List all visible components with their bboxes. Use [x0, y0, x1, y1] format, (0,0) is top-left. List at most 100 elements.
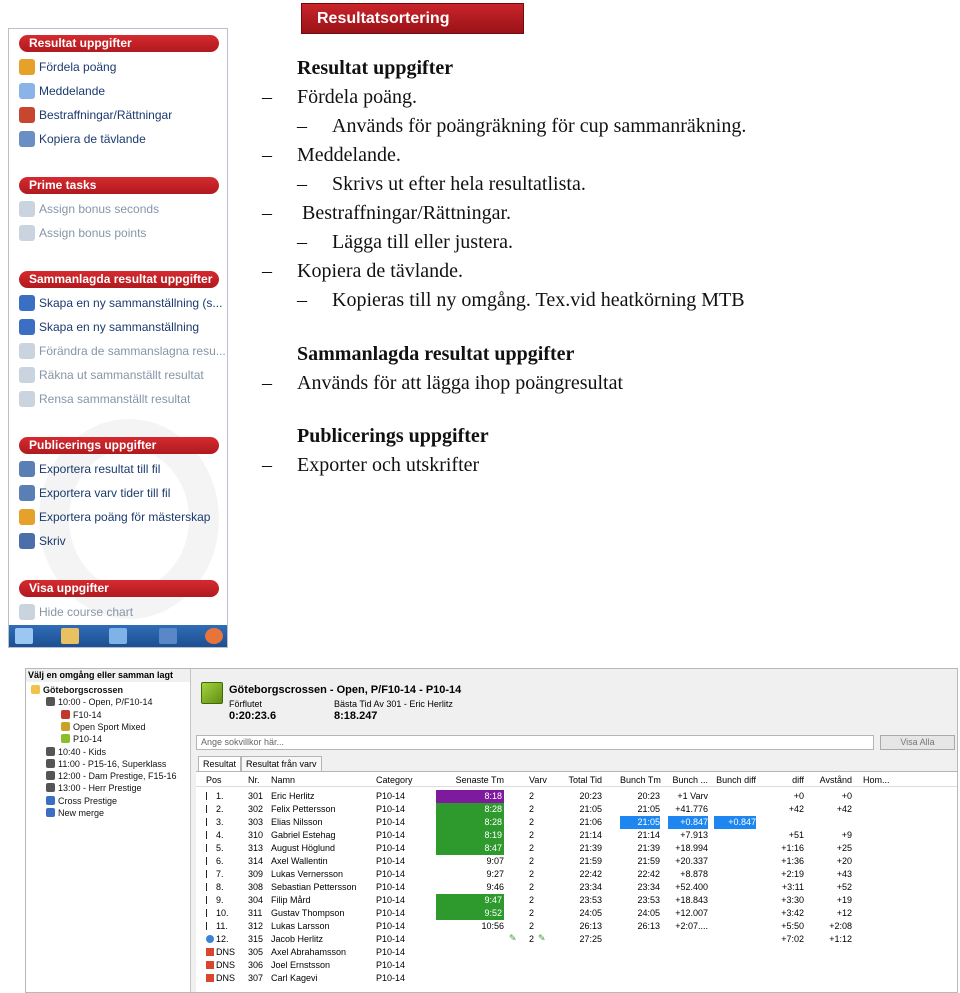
dns-icon: [206, 948, 214, 956]
table-row[interactable]: 10. 311 Gustav Thompson P10-14 9:52 2 24:05 24:…: [196, 907, 957, 920]
table-row[interactable]: 2. 302 Felix Pettersson P10-14 8:28 2 21:05 21:…: [196, 803, 957, 816]
task-item[interactable]: Exportera resultat till fil: [9, 457, 227, 481]
cell-dist: +52: [836, 882, 852, 892]
table-row[interactable]: 11. 312 Lukas Larsson P10-14 10:56 2 26:13 26:1…: [196, 920, 957, 933]
shield-icon[interactable]: [159, 628, 177, 644]
tree-node[interactable]: 13:00 - Herr Prestige: [46, 783, 142, 793]
cell-dist: +1:12: [829, 934, 852, 944]
cell-laps: 2: [529, 856, 535, 866]
task-list: Fördela poäng Meddelande Bestraffningar/Rä…: [9, 52, 227, 151]
column-header[interactable]: Category: [376, 775, 413, 785]
cell-total: 22:42: [579, 869, 602, 879]
task-item[interactable]: Kopiera de tävlande: [9, 127, 227, 151]
tree-node[interactable]: Cross Prestige: [46, 795, 117, 806]
tree-node[interactable]: 12:00 - Dam Prestige, F15-16: [46, 771, 177, 781]
tab-lap-results[interactable]: Resultat från varv: [241, 756, 322, 771]
column-header[interactable]: Senaste Tm: [439, 775, 504, 785]
task-item[interactable]: Exportera varv tider till fil: [9, 481, 227, 505]
cell-cat: P10-14: [376, 973, 406, 983]
column-header[interactable]: Total Tid: [552, 775, 602, 785]
tree-node[interactable]: Open Sport Mixed: [61, 721, 146, 732]
table-row[interactable]: 12. 315 Jacob Herlitz P10-14 2 27:25 +7:02 +1:1…: [196, 933, 957, 946]
cell-cat: P10-14: [376, 843, 406, 853]
table-row[interactable]: DNS 305 Axel Abrahamsson P10-14: [196, 946, 957, 959]
app-icon[interactable]: [109, 628, 127, 644]
task-item[interactable]: Räkna ut sammanställt resultat: [9, 363, 227, 387]
column-header[interactable]: Varv: [529, 775, 547, 785]
edit-pen-icon[interactable]: ✎: [509, 933, 517, 944]
edit-pen-icon[interactable]: ✎: [538, 933, 546, 944]
table-row[interactable]: DNS 307 Carl Kagevi P10-14: [196, 972, 957, 985]
cell-diff: +1:16: [781, 843, 804, 853]
cell-cat: P10-14: [376, 921, 406, 931]
table-row[interactable]: 5. 313 August Höglund P10-14 8:47 2 21:39 21:39…: [196, 842, 957, 855]
table-row[interactable]: 3. 303 Elias Nilsson P10-14 8:28 2 21:06 21:05 +…: [196, 816, 957, 829]
copy-icon: [19, 131, 35, 147]
start-icon[interactable]: [15, 628, 33, 644]
dash-bullet: –: [262, 202, 272, 224]
table-row[interactable]: 6. 314 Axel Wallentin P10-14 9:07 2 21:59 21:59…: [196, 855, 957, 868]
task-item[interactable]: Meddelande: [9, 79, 227, 103]
column-header[interactable]: Bunch diff: [714, 775, 756, 785]
task-item[interactable]: Fördela poäng: [9, 55, 227, 79]
table-row[interactable]: DNS 306 Joel Ernstsson P10-14: [196, 959, 957, 972]
cell-laps: 2: [529, 830, 535, 840]
tree-node[interactable]: Göteborgscrossen: [31, 685, 123, 695]
column-header[interactable]: Avstånd: [804, 775, 852, 785]
task-item[interactable]: Assign bonus points: [9, 221, 227, 245]
round-tree[interactable]: Välj en omgång eller samman lagt Götebor…: [26, 669, 191, 992]
column-header[interactable]: Bunch Tm: [620, 775, 661, 785]
node-label: Göteborgscrossen: [43, 685, 124, 695]
tree-node[interactable]: F10-14: [61, 709, 102, 720]
tab-results[interactable]: Resultat: [198, 756, 242, 771]
task-item[interactable]: Skriv: [9, 529, 227, 553]
table-row[interactable]: 4. 310 Gabriel Estehag P10-14 8:19 2 21:14 21:1…: [196, 829, 957, 842]
column-header[interactable]: Hom...: [863, 775, 890, 785]
cell-pos: DNS: [206, 959, 246, 972]
task-item[interactable]: Rensa sammanställt resultat: [9, 387, 227, 411]
task-label: Hide course chart: [39, 605, 134, 619]
cell-bdiff: [714, 972, 756, 985]
column-header[interactable]: Namn: [271, 775, 295, 785]
tree-node[interactable]: P10-14: [61, 734, 102, 744]
column-header[interactable]: Pos: [206, 775, 222, 785]
table-row[interactable]: 9. 304 Filip Mård P10-14 9:47 2 23:53 23:53 +18.…: [196, 894, 957, 907]
show-all-button[interactable]: Visa Alla: [880, 735, 955, 750]
cell-nr: 308: [248, 882, 264, 892]
task-item[interactable]: Assign bonus seconds: [9, 197, 227, 221]
task-label: Skapa en ny sammanställning (s...: [39, 296, 223, 310]
column-header[interactable]: Bunch ...: [668, 775, 708, 785]
task-item[interactable]: Exportera poäng för mästerskap: [9, 505, 227, 529]
task-item[interactable]: Skapa en ny sammanställning: [9, 315, 227, 339]
task-item[interactable]: Förändra de sammanslagna resu...: [9, 339, 227, 363]
table-row[interactable]: 7. 309 Lukas Vernersson P10-14 9:27 2 22:42 22:…: [196, 868, 957, 881]
node-icon: [31, 685, 40, 694]
task-item[interactable]: Bestraffningar/Rättningar: [9, 103, 227, 127]
table-row[interactable]: 8. 308 Sebastian Pettersson P10-14 9:46 2 23:3…: [196, 881, 957, 894]
task-item[interactable]: Skapa en ny sammanställning (s...: [9, 291, 227, 315]
pos-text: DNS: [216, 947, 236, 957]
cell-last: 8:47: [436, 842, 504, 855]
column-header[interactable]: Nr.: [248, 775, 260, 785]
firefox-icon[interactable]: [205, 628, 223, 644]
node-icon: [46, 771, 55, 781]
column-header[interactable]: diff: [776, 775, 804, 785]
tree-node[interactable]: New merge: [46, 808, 104, 818]
node-icon: [46, 697, 55, 707]
cell-pos: DNS: [206, 972, 246, 985]
cell-diff: +3:42: [781, 908, 804, 918]
node-label: 10:40 - Kids: [58, 746, 107, 757]
tree-node[interactable]: 10:40 - Kids: [46, 746, 107, 757]
table-row[interactable]: 1. 301 Eric Herlitz P10-14 8:18 2 20:23 20:23 +1…: [196, 790, 957, 803]
cell-bunch: +12.007: [675, 908, 708, 918]
result-sorting-banner: Resultatsortering: [301, 3, 524, 34]
section-header: Resultat uppgifter: [19, 35, 219, 52]
note-text: Meddelande.: [297, 144, 401, 166]
task-label: Kopiera de tävlande: [39, 132, 146, 146]
search-input[interactable]: Ange sokvillkor här...: [196, 735, 874, 750]
tree-node[interactable]: 10:00 - Open, P/F10-14: [46, 697, 153, 707]
tree-node[interactable]: 11:00 - P15-16, Superklass: [46, 758, 166, 769]
folder-icon[interactable]: [61, 628, 79, 644]
cell-name: Gustav Thompson: [271, 908, 345, 918]
task-item[interactable]: Hide course chart: [9, 600, 227, 624]
